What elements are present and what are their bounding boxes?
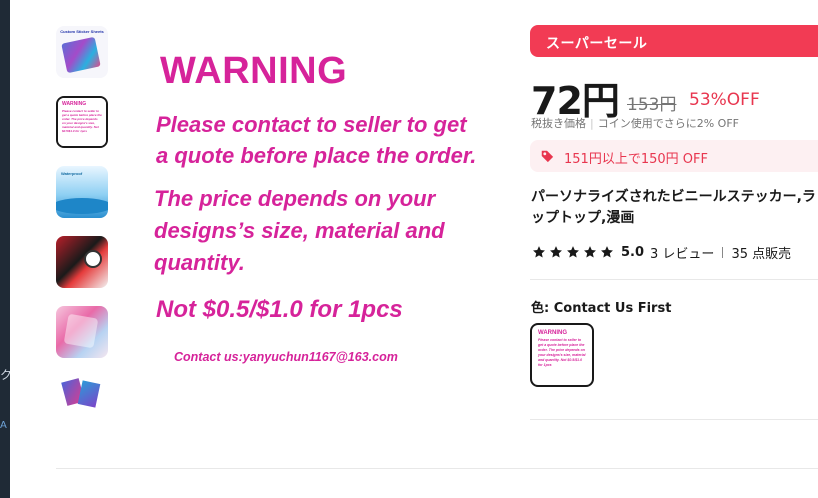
main-image-line-1: Please contact to seller to get <box>156 112 467 137</box>
color-label: 色: Contact Us First <box>531 301 672 316</box>
swatch-text: Please contact to seller to get a quote … <box>538 338 586 367</box>
sale-label: スーパーセール <box>546 36 648 52</box>
background-app-glyph: ク <box>0 368 10 382</box>
divider <box>530 419 818 420</box>
rating-score: 5.0 <box>621 244 645 260</box>
divider <box>56 468 818 469</box>
tax-note-line: 税抜き価格 | コイン使用でさらに2% OFF <box>531 115 739 131</box>
thumbnail-2-warning: WARNING <box>62 101 87 107</box>
main-product-image: WARNING Please contact to seller to get … <box>140 40 510 380</box>
sticker-sheet-image: Custom Sticker Sheets <box>56 26 108 78</box>
original-price: 153円 <box>627 95 677 115</box>
star-icon <box>533 246 545 258</box>
thumbnail-3-label: Waterproof <box>61 171 83 176</box>
separator <box>722 246 724 258</box>
product-title: パーソナライズされたビニールステッカー,ラップトップ,漫画 <box>531 189 816 226</box>
waterproof-image: Waterproof <box>56 166 108 218</box>
warning-image: WARNING Please contact to seller to get … <box>58 98 106 146</box>
separator: | <box>590 117 594 130</box>
sticker-sheets-image <box>56 376 108 410</box>
sticker-pack-image <box>56 236 108 288</box>
background-app-edge: ク A <box>0 0 10 498</box>
swatch-warning: WARNING <box>538 330 567 336</box>
thumbnail-1-title: Custom Sticker Sheets <box>60 29 104 34</box>
main-image-line-6: Not $0.5/$1.0 for 1pcs <box>156 296 403 323</box>
thumbnail-2-selected[interactable]: WARNING Please contact to seller to get … <box>56 96 108 148</box>
discount-percent: 53%OFF <box>689 90 760 110</box>
star-icon <box>601 246 613 258</box>
sticker-collage-image <box>56 306 108 358</box>
star-icon <box>550 246 562 258</box>
main-image-line-4: designs’s size, material and <box>154 218 445 243</box>
color-swatch-contact-us-first[interactable]: WARNING Please contact to seller to get … <box>530 323 594 387</box>
coupon-banner[interactable]: 151円以上で150円 OFF <box>530 140 818 172</box>
star-rating <box>532 245 614 259</box>
coin-note: コイン使用でさらに2% OFF <box>597 117 739 130</box>
thumbnail-3[interactable]: Waterproof <box>56 166 108 218</box>
main-image-warning: WARNING <box>160 50 348 92</box>
thumbnail-6[interactable] <box>56 376 108 410</box>
divider <box>530 279 818 280</box>
thumbnail-1[interactable]: Custom Sticker Sheets <box>56 26 108 78</box>
coupon-tag-icon <box>541 150 554 163</box>
main-image-line-3: The price depends on your <box>154 186 436 211</box>
tax-note: 税抜き価格 <box>531 117 586 130</box>
thumbnail-4[interactable] <box>56 236 108 288</box>
main-image-line-5: quantity. <box>154 250 245 275</box>
main-image-contact: Contact us:yanyuchun1167@163.com <box>174 350 398 364</box>
review-count-link[interactable]: 3 レビュー <box>650 243 714 262</box>
coupon-text: 151円以上で150円 OFF <box>564 152 708 167</box>
rating-row[interactable]: 5.0 3 レビュー 35 点販売 <box>532 243 792 262</box>
main-image-line-2: a quote before place the order. <box>156 143 477 168</box>
super-sale-banner: スーパーセール <box>530 25 818 57</box>
sold-count: 35 点販売 <box>731 246 792 262</box>
thumbnail-5[interactable] <box>56 306 108 358</box>
thumbnail-2-text: Please contact to seller to get a quote … <box>62 109 102 133</box>
star-icon <box>567 246 579 258</box>
star-icon <box>584 246 596 258</box>
background-app-glyph-2: A <box>0 420 7 431</box>
